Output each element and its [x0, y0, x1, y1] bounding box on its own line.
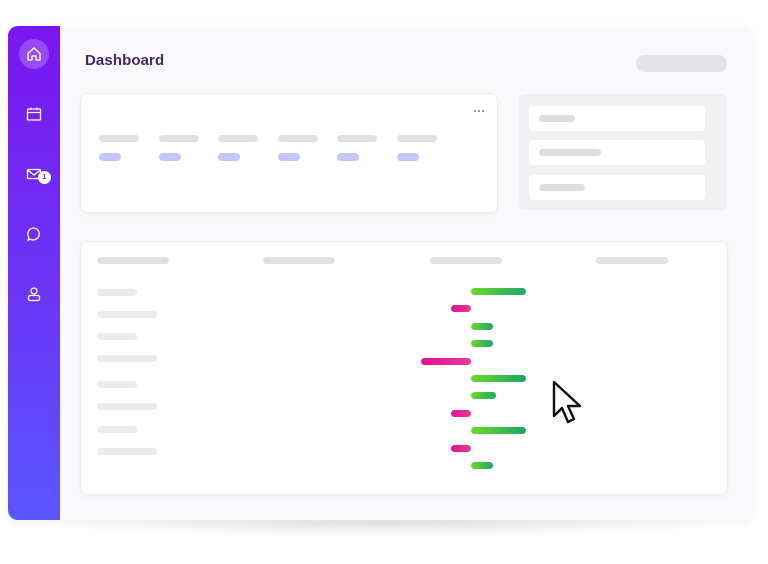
sidebar-item-home[interactable] [18, 38, 50, 70]
stat-label-placeholder [278, 135, 318, 142]
sidebar-item-mail[interactable]: 1 [18, 158, 51, 190]
column-header-placeholder [97, 257, 169, 264]
stat-label-placeholder [397, 135, 437, 142]
stat-label-placeholder [337, 135, 377, 142]
negative-bar [451, 305, 471, 312]
side-panel-row[interactable] [529, 175, 705, 200]
side-row-text-placeholder [539, 115, 575, 122]
row-label-placeholder [97, 448, 157, 455]
calendar-icon [26, 107, 42, 121]
row-label-placeholder [97, 355, 157, 362]
column-header-placeholder [596, 257, 668, 264]
sidebar-item-calendar[interactable] [18, 98, 50, 130]
positive-bar [471, 462, 493, 469]
positive-bar [471, 427, 526, 434]
stat-value-placeholder [397, 153, 419, 161]
sidebar: 1 [8, 26, 60, 520]
side-panel-row[interactable] [529, 140, 705, 165]
negative-bar [451, 410, 471, 417]
column-header-placeholder [263, 257, 335, 264]
sidebar-item-chat[interactable] [18, 218, 50, 250]
side-panel [519, 94, 727, 210]
row-label-placeholder [97, 403, 157, 410]
positive-bar [471, 340, 493, 347]
side-row-text-placeholder [539, 184, 585, 191]
stat-value-placeholder [99, 153, 121, 161]
data-table-card [81, 242, 727, 494]
row-label-placeholder [97, 289, 137, 296]
positive-bar [471, 323, 493, 330]
row-label-placeholder [97, 311, 157, 318]
stats-card [81, 94, 497, 212]
stat-value-placeholder [278, 153, 300, 161]
side-row-text-placeholder [539, 149, 601, 156]
header-search-placeholder[interactable] [636, 55, 727, 72]
stat-label-placeholder [218, 135, 258, 142]
negative-bar [451, 445, 471, 452]
side-panel-row[interactable] [529, 106, 705, 131]
column-header-placeholder [430, 257, 502, 264]
home-icon [27, 47, 41, 61]
row-label-placeholder [97, 381, 137, 388]
stat-value-placeholder [218, 153, 240, 161]
positive-bar [471, 375, 526, 382]
sidebar-item-profile[interactable] [18, 278, 50, 310]
more-options-icon[interactable] [473, 99, 489, 112]
user-icon [27, 287, 41, 302]
stat-value-placeholder [159, 153, 181, 161]
row-label-placeholder [97, 333, 137, 340]
stat-label-placeholder [159, 135, 199, 142]
row-label-placeholder [97, 426, 137, 433]
positive-bar [471, 288, 526, 295]
chat-icon [27, 227, 40, 242]
negative-bar [421, 358, 471, 365]
stat-value-placeholder [337, 153, 359, 161]
page-title: Dashboard [85, 52, 165, 69]
positive-bar [471, 392, 496, 399]
mail-badge: 1 [38, 171, 51, 184]
mouse-pointer-icon [552, 380, 582, 424]
stat-label-placeholder [99, 135, 139, 142]
app-window: 1 Dashboard [8, 26, 752, 520]
